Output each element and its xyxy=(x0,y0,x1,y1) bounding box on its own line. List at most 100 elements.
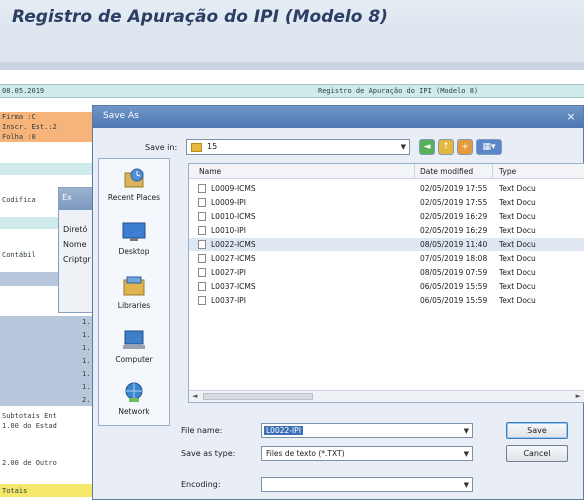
file-row[interactable]: L0010-ICMS 02/05/2019 16:29 Text Docu xyxy=(189,210,584,223)
place-computer[interactable]: Computer xyxy=(99,325,169,377)
place-libraries[interactable]: Libraries xyxy=(99,271,169,323)
file-name-cell: L0037-IPI xyxy=(211,296,246,305)
sap-separator xyxy=(0,62,584,70)
back-icon[interactable]: ◄ xyxy=(419,139,435,155)
file-row[interactable]: L0027-ICMS 07/05/2019 18:08 Text Docu xyxy=(189,252,584,265)
close-icon[interactable]: × xyxy=(562,109,580,125)
save-in-dropdown[interactable]: 15 ▼ xyxy=(186,139,410,155)
file-row[interactable]: L0009-IPI 02/05/2019 17:55 Text Docu xyxy=(189,196,584,209)
save-in-label: Save in: xyxy=(145,143,178,152)
scroll-left-icon[interactable]: ◄ xyxy=(192,392,197,400)
sap-title: Registro de Apuração do IPI (Modelo 8) xyxy=(12,7,388,27)
firma-row: Firma :C xyxy=(0,112,92,122)
cancel-button[interactable]: Cancel xyxy=(506,445,568,462)
file-row[interactable]: L0037-ICMS 06/05/2019 15:59 Text Docu xyxy=(189,280,584,293)
file-name-cell: L0037-ICMS xyxy=(211,282,256,291)
file-date-cell: 07/05/2019 18:08 xyxy=(420,254,488,263)
place-desktop[interactable]: Desktop xyxy=(99,217,169,269)
file-type-cell: Text Docu xyxy=(499,296,536,305)
file-date-cell: 02/05/2019 16:29 xyxy=(420,212,488,221)
report-header: 08.05.2019 Registro de Apuração do IPI (… xyxy=(0,84,584,98)
file-date-cell: 02/05/2019 17:55 xyxy=(420,198,488,207)
file-name-cell: L0010-IPI xyxy=(211,226,246,235)
contabil-label: Contábil xyxy=(2,251,36,259)
desktop-icon xyxy=(122,222,146,241)
file-date-cell: 08/05/2019 07:59 xyxy=(420,268,488,277)
place-label: Libraries xyxy=(117,301,151,310)
scrollbar-thumb[interactable] xyxy=(203,393,313,400)
file-type-cell: Text Docu xyxy=(499,282,536,291)
file-name-cell: L0027-ICMS xyxy=(211,254,256,263)
file-type-cell: Text Docu xyxy=(499,212,536,221)
codificacao-label: Codifica xyxy=(2,196,36,204)
encoding-label: Encoding: xyxy=(181,480,221,489)
recent-places-icon xyxy=(124,168,144,188)
chevron-down-icon: ▼ xyxy=(463,481,469,489)
file-name-cell: L0027-IPI xyxy=(211,268,246,277)
text-file-icon xyxy=(198,212,206,221)
place-label: Recent Places xyxy=(107,193,161,202)
file-name-cell: L0009-ICMS xyxy=(211,184,256,193)
place-recent-places[interactable]: Recent Places xyxy=(99,163,169,215)
value-cell: 1. xyxy=(82,331,91,339)
file-date-cell: 06/05/2019 15:59 xyxy=(420,282,488,291)
value-cell: 1. xyxy=(82,357,91,365)
value-cell: 1. xyxy=(82,318,91,326)
file-row[interactable]: L0010-IPI 02/05/2019 16:29 Text Docu xyxy=(189,224,584,237)
folha-row: Folha :0 xyxy=(0,132,92,142)
save-in-value: 15 xyxy=(207,142,218,151)
file-type-cell: Text Docu xyxy=(499,226,536,235)
save-as-dialog: Save As × Save in: 15 ▼ ◄ ↑ + ▦▾ Recent … xyxy=(92,105,584,500)
value-cell: 1. xyxy=(82,383,91,391)
places-bar: Recent Places Desktop Libraries Computer xyxy=(98,158,170,426)
value-cell: 2. xyxy=(82,396,91,404)
text-file-icon xyxy=(198,268,206,277)
file-row[interactable]: L0022-ICMS 08/05/2019 11:40 Text Docu xyxy=(189,238,584,251)
column-type[interactable]: Type xyxy=(499,167,516,176)
chevron-down-icon: ▼ xyxy=(463,427,469,435)
save-button[interactable]: Save xyxy=(506,422,568,439)
file-list[interactable]: Name Date modified Type L0009-ICMS 02/05/… xyxy=(188,163,584,403)
inscr-row: Inscr. Est.:2 xyxy=(0,122,92,132)
new-folder-icon[interactable]: + xyxy=(457,139,473,155)
file-name-input[interactable]: L0022-IPI ▼ xyxy=(261,423,473,438)
sap-toolbar xyxy=(0,36,584,62)
file-row[interactable]: L0009-ICMS 02/05/2019 17:55 Text Docu xyxy=(189,182,584,195)
scroll-right-icon[interactable]: ► xyxy=(576,392,581,400)
place-label: Desktop xyxy=(118,247,150,256)
file-date-cell: 02/05/2019 16:29 xyxy=(420,226,488,235)
column-name[interactable]: Name xyxy=(199,167,221,176)
place-network[interactable]: Network xyxy=(99,377,169,429)
file-date-cell: 08/05/2019 11:40 xyxy=(420,240,488,249)
file-date-cell: 06/05/2019 15:59 xyxy=(420,296,488,305)
horizontal-scrollbar[interactable]: ◄ ► xyxy=(189,390,584,402)
save-type-dropdown[interactable]: Files de texto (*.TXT) ▼ xyxy=(261,446,473,461)
file-list-header: Name Date modified Type xyxy=(189,164,584,179)
file-row[interactable]: L0037-IPI 06/05/2019 15:59 Text Docu xyxy=(189,294,584,307)
background-dialog-item: Diretó xyxy=(63,225,88,234)
column-date-modified[interactable]: Date modified xyxy=(420,167,473,176)
outros-label: 2.00 de Outro xyxy=(2,459,57,467)
file-type-cell: Text Docu xyxy=(499,268,536,277)
text-file-icon xyxy=(198,226,206,235)
file-type-cell: Text Docu xyxy=(499,254,536,263)
file-row[interactable]: L0027-IPI 08/05/2019 07:59 Text Docu xyxy=(189,266,584,279)
file-name-cell: L0010-ICMS xyxy=(211,212,256,221)
cyan-band xyxy=(0,163,92,175)
dialog-title: Save As xyxy=(103,111,139,121)
file-type-cell: Text Docu xyxy=(499,240,536,249)
file-type-cell: Text Docu xyxy=(499,184,536,193)
folha-label: Folha :0 xyxy=(2,133,36,141)
place-label: Computer xyxy=(115,355,153,364)
file-date-cell: 02/05/2019 17:55 xyxy=(420,184,488,193)
dialog-titlebar: Save As × xyxy=(93,106,583,128)
computer-icon xyxy=(123,330,145,349)
text-file-icon xyxy=(198,240,206,249)
blue-band-values xyxy=(0,316,92,406)
file-name-label: File name: xyxy=(181,426,223,435)
text-file-icon xyxy=(198,254,206,263)
encoding-dropdown[interactable]: ▼ xyxy=(261,477,473,492)
up-folder-icon[interactable]: ↑ xyxy=(438,139,454,155)
inscr-label: Inscr. Est.:2 xyxy=(2,123,57,131)
views-menu-icon[interactable]: ▦▾ xyxy=(476,139,502,155)
